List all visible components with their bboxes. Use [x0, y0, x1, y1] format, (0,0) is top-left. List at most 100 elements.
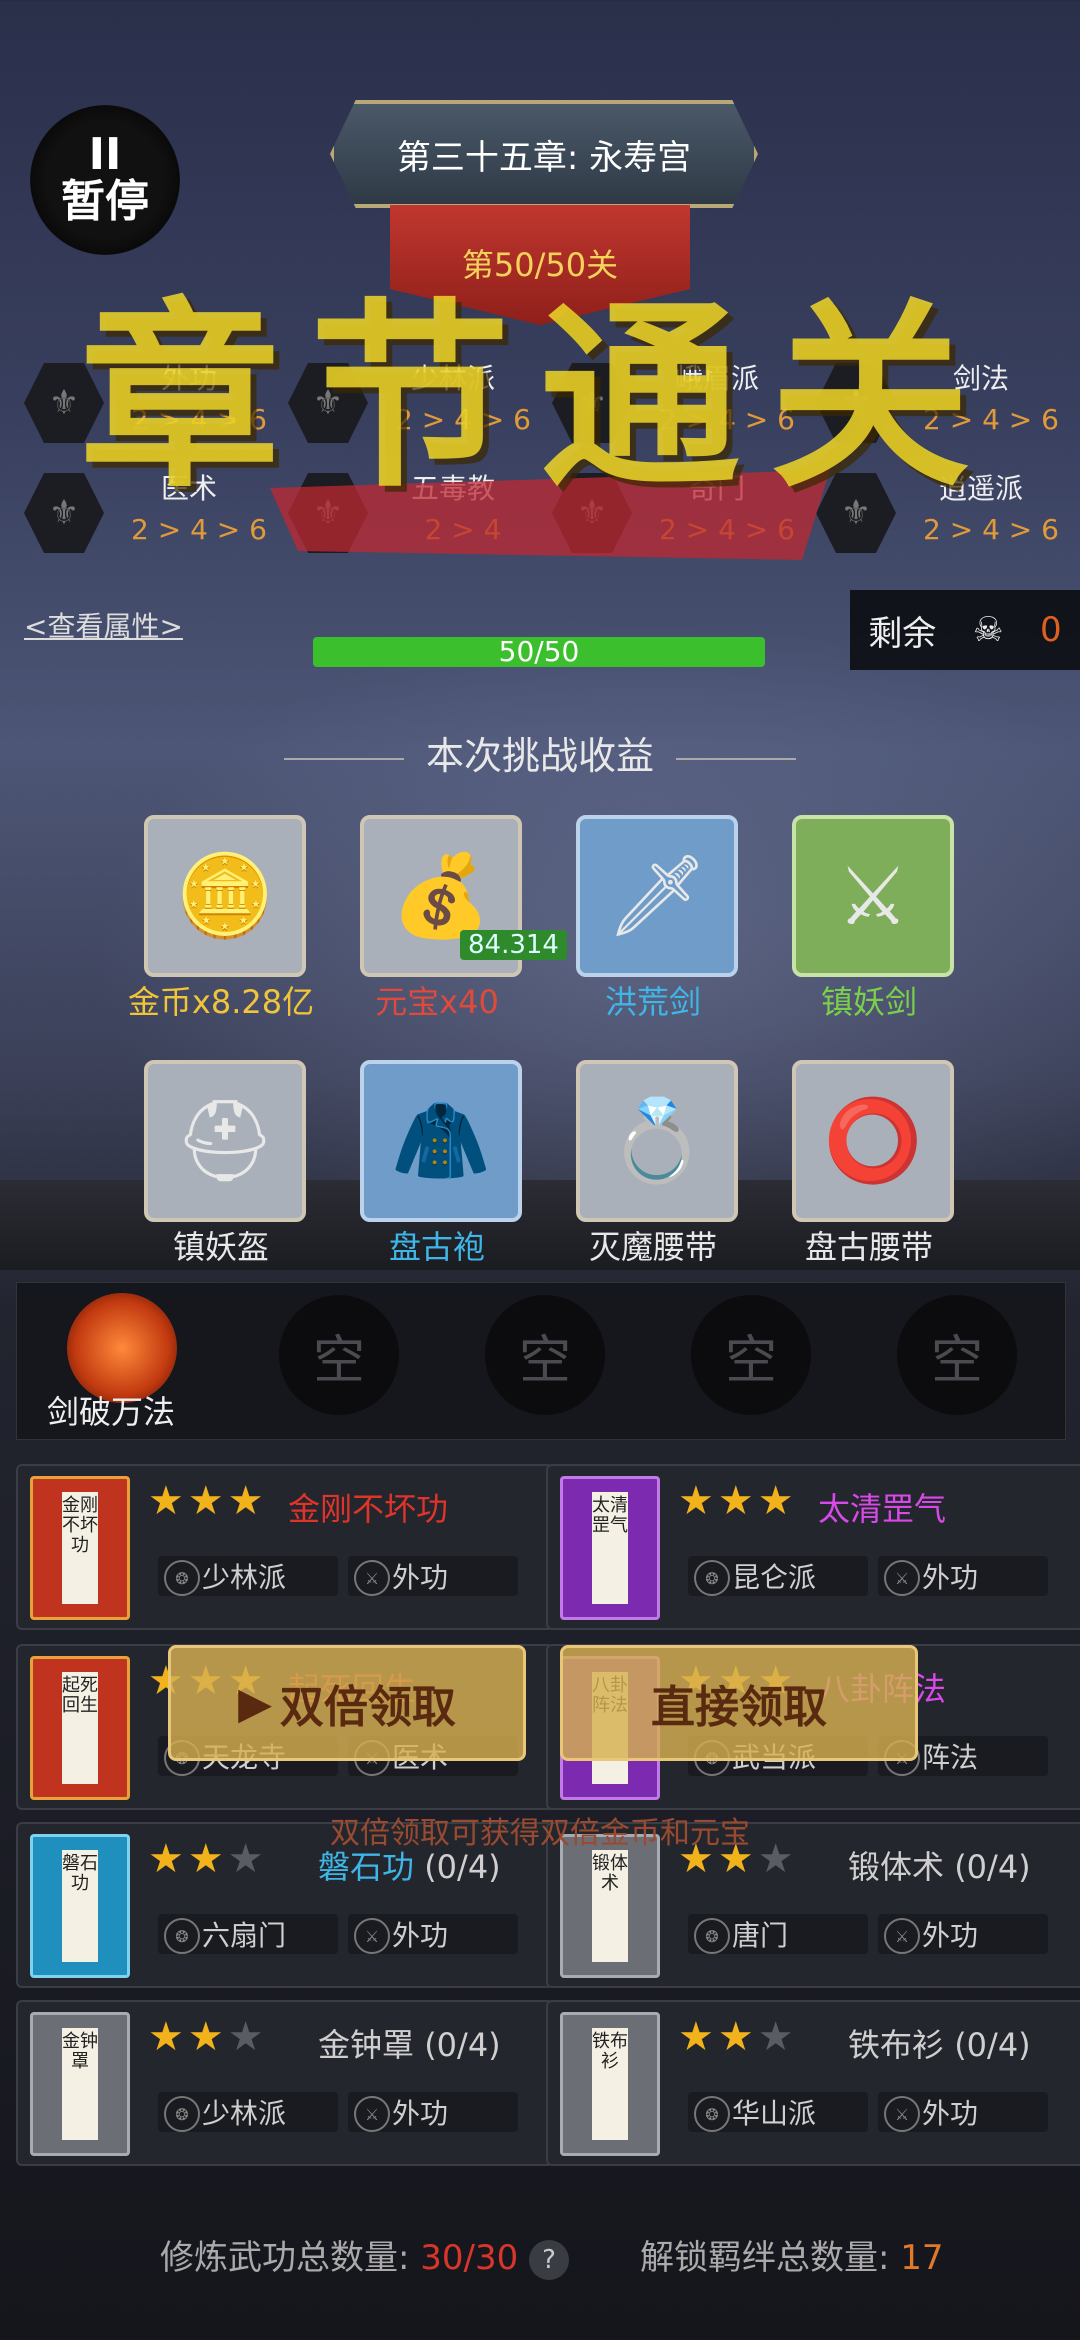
type-icon: ⚔: [884, 2096, 920, 2132]
type-tag: ⚔ 外功: [878, 1914, 1048, 1954]
technique-book-icon: 起死回生: [30, 1656, 130, 1800]
reward-label: 洪荒剑: [604, 983, 701, 1021]
technique-progress: (0/4): [954, 2026, 1031, 2064]
sect-tag-label: 少林派: [202, 2097, 287, 2130]
empty-slot[interactable]: 空: [279, 1295, 399, 1415]
star-icon: ★: [717, 2014, 758, 2060]
type-tag: ⚔ 外功: [348, 1556, 518, 1596]
pause-button[interactable]: II 暂停: [30, 105, 180, 255]
type-icon: ⚔: [354, 2096, 390, 2132]
reward-item[interactable]: 💍 灭魔腰带: [568, 1060, 738, 1270]
star-rating: ★★★: [678, 2014, 798, 2060]
technique-book-icon: 太清罡气: [560, 1476, 660, 1620]
technique-card[interactable]: 太清罡气 ★★★ 太清罡气 ❂ 昆仑派 ⚔ 外功: [546, 1464, 1080, 1630]
direct-claim-button[interactable]: 直接领取: [560, 1645, 918, 1761]
star-icon: ★: [187, 2014, 228, 2060]
sect-tag: ❂ 少林派: [158, 1556, 338, 1596]
golden-sword-icon: ⚔: [792, 815, 954, 977]
reward-item[interactable]: 💰 元宝x40: [352, 815, 522, 1025]
reward-item[interactable]: 🗡 洪荒剑: [568, 815, 738, 1025]
sect-tag-label: 少林派: [202, 1561, 287, 1594]
technique-book-icon: 锻体术: [560, 1834, 660, 1978]
reward-label: 镇妖盔: [172, 1228, 269, 1266]
type-tag-label: 外功: [922, 1561, 979, 1594]
technique-card[interactable]: 金钟罩 ★★★ 金钟罩 (0/4) ❂ 少林派 ⚔ 外功: [16, 2000, 554, 2166]
belt-icon: ⭕: [792, 1060, 954, 1222]
skull-icon: ☠: [972, 610, 1004, 650]
sect-icon: ❂: [164, 1918, 200, 1954]
type-icon: ⚔: [354, 1560, 390, 1596]
star-icon: ★: [717, 1478, 758, 1524]
type-tag: ⚔ 外功: [348, 2092, 518, 2132]
video-icon: ▶: [238, 1677, 272, 1729]
type-tag-label: 外功: [392, 1919, 449, 1952]
double-claim-button[interactable]: ▶ 双倍领取: [168, 1645, 526, 1761]
star-icon: ★: [757, 2014, 798, 2060]
reward-label: 镇妖剑: [820, 983, 917, 1021]
train-count-label: 修炼武功总数量:: [160, 2238, 410, 2278]
book-title: 起死回生: [62, 1672, 98, 1784]
pause-icon: II: [88, 129, 122, 180]
sect-tag: ❂ 唐门: [688, 1914, 868, 1954]
progress-bar: 50/50: [313, 637, 765, 667]
star-icon: ★: [227, 2014, 268, 2060]
technique-name-text: 金刚不坏功: [288, 1490, 449, 1528]
star-icon: ★: [678, 2014, 718, 2060]
technique-book-icon: 铁布衫: [560, 2012, 660, 2156]
type-tag-label: 外功: [922, 2097, 979, 2130]
sect-tag-label: 唐门: [732, 1919, 789, 1952]
star-rating: ★★★: [148, 2014, 268, 2060]
remaining-counter: 剩余 ☠ 0: [850, 590, 1080, 670]
book-title: 铁布衫: [592, 2028, 628, 2140]
double-claim-label: 双倍领取: [279, 1682, 456, 1733]
type-icon: ⚔: [884, 1560, 920, 1596]
view-attributes-link[interactable]: <查看属性>: [24, 605, 183, 645]
book-title: 金钟罩: [62, 2028, 98, 2140]
star-icon: ★: [678, 1478, 718, 1524]
pause-label: 暂停: [61, 176, 149, 227]
progress-label: 50/50: [498, 637, 580, 667]
technique-name-text: 锻体术: [848, 1848, 945, 1886]
train-count-value: 30/30: [420, 2238, 519, 2278]
sect-tag-label: 六扇门: [202, 1919, 287, 1952]
technique-name-text: 磐石功: [318, 1848, 415, 1886]
empty-slot[interactable]: 空: [691, 1295, 811, 1415]
technique-progress: (0/4): [424, 2026, 501, 2064]
coins-icon: 🪙: [144, 815, 306, 977]
sect-tag-label: 昆仑派: [732, 1561, 817, 1594]
empty-slot[interactable]: 空: [897, 1295, 1017, 1415]
help-icon[interactable]: ?: [529, 2239, 570, 2280]
star-rating: ★★★: [148, 1478, 268, 1524]
reward-item[interactable]: ⚔ 镇妖剑: [784, 815, 954, 1025]
remaining-label: 剩余: [868, 613, 937, 654]
empty-slot[interactable]: 空: [485, 1295, 605, 1415]
technique-name-text: 铁布衫: [848, 2026, 945, 2064]
sect-icon: ❂: [694, 2096, 730, 2132]
technique-progress: (0/4): [424, 1848, 501, 1886]
technique-name: 铁布衫 (0/4): [848, 2020, 1031, 2066]
reward-item[interactable]: 🪙 金币x8.28亿: [128, 815, 314, 1025]
reward-item[interactable]: 🧥 盘古袍: [352, 1060, 522, 1270]
book-title: 磐石功: [62, 1850, 98, 1962]
technique-name: 金钟罩 (0/4): [318, 2020, 501, 2066]
bond-count-label: 解锁羁绊总数量:: [640, 2238, 890, 2278]
type-tag-label: 外功: [392, 1561, 449, 1594]
helmet-icon: ⛑: [144, 1060, 306, 1222]
reward-label: 金币x8.28亿: [127, 983, 315, 1021]
bond-count-value: 17: [900, 2238, 944, 2278]
star-icon: ★: [757, 1478, 798, 1524]
reward-item[interactable]: ⭕ 盘古腰带: [784, 1060, 954, 1270]
sect-icon: ❂: [694, 1560, 730, 1596]
technique-card[interactable]: 金刚不坏功 ★★★ 金刚不坏功 ❂ 少林派 ⚔ 外功: [16, 1464, 554, 1630]
chapter-title: 第三十五章: 永寿宫: [330, 100, 758, 208]
star-icon: ★: [187, 1478, 228, 1524]
technique-name-text: 金钟罩: [318, 2026, 415, 2064]
technique-card[interactable]: 铁布衫 ★★★ 铁布衫 (0/4) ❂ 华山派 ⚔ 外功: [546, 2000, 1080, 2166]
reward-item[interactable]: ⛑ 镇妖盔: [136, 1060, 306, 1270]
type-tag-label: 外功: [922, 1919, 979, 1952]
technique-name: 太清罡气: [818, 1484, 946, 1530]
reward-label: 盘古腰带: [804, 1228, 933, 1266]
remaining-value: 0: [1040, 610, 1062, 650]
book-title: 金刚不坏功: [62, 1492, 98, 1604]
double-claim-hint: 双倍领取可获得双倍金币和元宝: [330, 1816, 750, 1851]
